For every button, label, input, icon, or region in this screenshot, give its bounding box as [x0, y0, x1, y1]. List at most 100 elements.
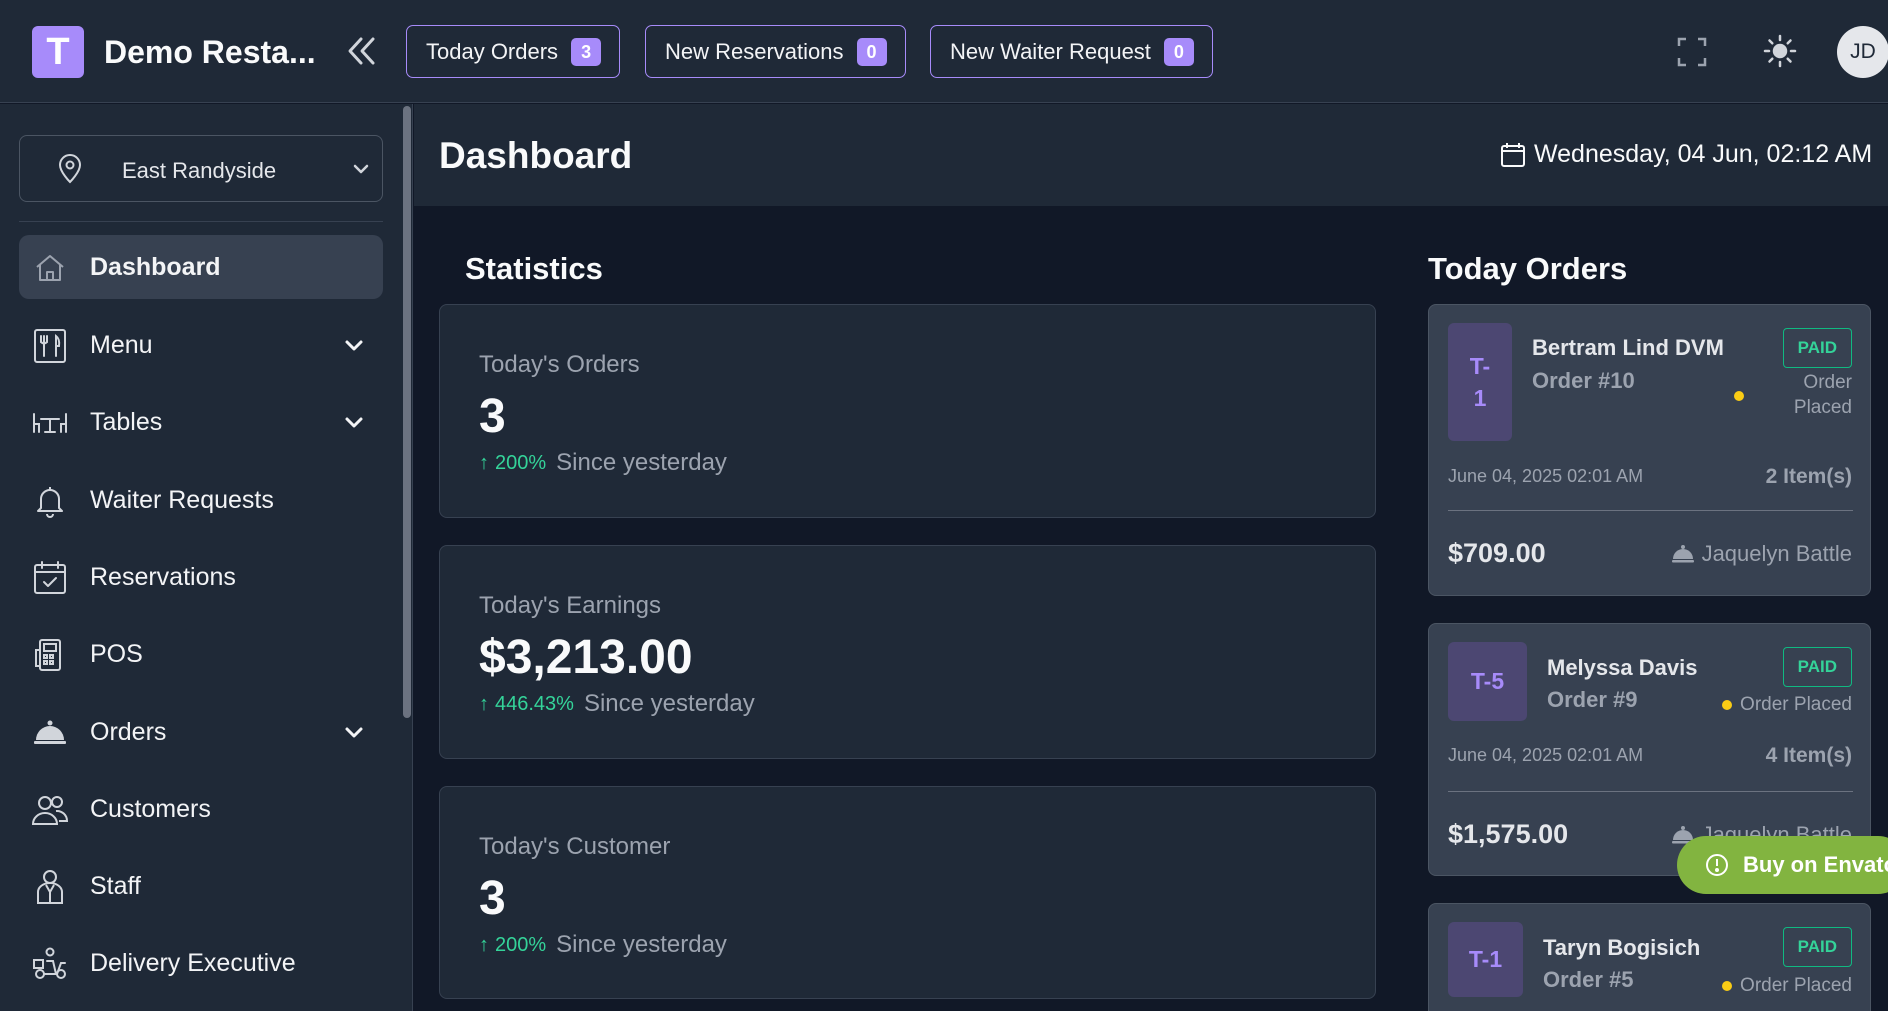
info-circle-icon: [1706, 854, 1728, 876]
payment-status-badge: PAID: [1782, 927, 1852, 967]
sidebar: East Randyside Dashboard Menu Tables Wai…: [0, 104, 413, 1011]
stat-change-percent: 200%: [495, 933, 547, 956]
sidebar-item-waiter-requests[interactable]: Waiter Requests: [19, 468, 383, 532]
order-status: Order Placed: [1733, 371, 1852, 420]
arrow-up-icon: ↑: [479, 451, 489, 474]
sidebar-item-label: Reservations: [90, 563, 236, 591]
stat-change: ↑ 446.43% Since yesterday: [479, 690, 755, 718]
order-date: June 04, 2025 02:01 AM: [1448, 466, 1644, 486]
stat-since: Since yesterday: [556, 931, 727, 958]
today-orders-label: Today Orders: [426, 38, 559, 64]
sidebar-item-label: Orders: [90, 718, 167, 746]
sidebar-item-menu[interactable]: Menu: [19, 313, 383, 377]
order-number: Order #9: [1547, 687, 1638, 712]
cloche-icon: [31, 714, 69, 752]
new-waiter-request-count: 0: [1163, 37, 1194, 66]
order-divider: [1448, 510, 1853, 511]
user-avatar[interactable]: JD: [1837, 26, 1888, 78]
collapse-sidebar-icon[interactable]: [344, 34, 378, 68]
scooter-icon: [31, 945, 69, 983]
arrow-up-icon: ↑: [479, 933, 489, 956]
sidebar-item-label: POS: [90, 640, 143, 668]
fullscreen-icon[interactable]: [1676, 36, 1708, 68]
datetime-text: Wednesday, 04 Jun, 02:12 AM: [1534, 140, 1873, 168]
order-number: Order #5: [1543, 967, 1634, 992]
table-badge: T-5: [1448, 642, 1527, 721]
sidebar-item-reservations[interactable]: Reservations: [19, 545, 383, 609]
stat-change: ↑ 200% Since yesterday: [479, 931, 727, 959]
sidebar-item-orders[interactable]: Orders: [19, 700, 383, 764]
home-icon: [31, 249, 69, 287]
customer-name: Bertram Lind DVM: [1532, 335, 1724, 360]
buy-on-envato-button[interactable]: Buy on Envato: [1677, 836, 1888, 894]
stat-label: Today's Orders: [479, 351, 640, 378]
order-status: Order Placed: [1722, 694, 1852, 716]
stat-label: Today's Earnings: [479, 592, 662, 619]
order-waiter: Jaquelyn Battle: [1670, 541, 1852, 567]
status-dot: [1722, 981, 1733, 991]
stat-card-customers: Today's Customer 3 ↑ 200% Since yesterda…: [439, 786, 1376, 999]
app-title: Demo Resta...: [104, 34, 316, 70]
sidebar-item-dashboard[interactable]: Dashboard: [19, 235, 383, 299]
order-price: $1,575.00: [1448, 819, 1569, 849]
payment-status-badge: PAID: [1782, 647, 1852, 687]
stat-card-orders: Today's Orders 3 ↑ 200% Since yesterday: [439, 304, 1376, 518]
sidebar-item-label: Delivery Executive: [90, 949, 296, 977]
today-orders-title: Today Orders: [1428, 251, 1628, 286]
sidebar-item-customers[interactable]: Customers: [19, 777, 383, 841]
statistics-title: Statistics: [465, 251, 603, 286]
new-waiter-request-label: New Waiter Request: [950, 38, 1151, 64]
order-card[interactable]: T-1 Taryn Bogisich Order #5 PAID Order P…: [1428, 903, 1871, 1011]
order-divider: [1448, 791, 1853, 792]
pos-icon: [31, 636, 69, 674]
waiter-name: Jaquelyn Battle: [1701, 541, 1852, 566]
order-item-count: 2 Item(s): [1765, 465, 1852, 488]
sidebar-item-tables[interactable]: Tables: [19, 390, 383, 454]
today-orders-button[interactable]: Today Orders 3: [406, 25, 621, 78]
new-reservations-button[interactable]: New Reservations 0: [645, 25, 906, 78]
sidebar-item-delivery-executive[interactable]: Delivery Executive: [19, 931, 383, 995]
chevron-down-icon: [350, 158, 372, 180]
stat-since: Since yesterday: [583, 690, 755, 717]
order-status-text: Order Placed: [1740, 975, 1852, 996]
top-bar: T Demo Resta... Today Orders 3 New Reser…: [0, 0, 1888, 103]
staff-icon: [31, 868, 69, 906]
sidebar-item-label: Menu: [90, 331, 153, 359]
sidebar-item-staff[interactable]: Staff: [19, 854, 383, 918]
stat-label: Today's Customer: [479, 833, 671, 860]
status-dot: [1722, 700, 1733, 710]
table-icon: [31, 404, 69, 442]
page-title: Dashboard: [439, 135, 633, 176]
today-orders-count: 3: [571, 37, 602, 66]
stat-card-earnings: Today's Earnings $3,213.00 ↑ 446.43% Sin…: [439, 545, 1376, 759]
stat-change-percent: 446.43%: [495, 692, 574, 715]
theme-toggle-sun-icon[interactable]: [1763, 34, 1797, 68]
sidebar-divider: [19, 221, 383, 222]
sidebar-item-label: Customers: [90, 795, 211, 823]
location-label: East Randyside: [122, 158, 277, 183]
sidebar-item-label: Waiter Requests: [90, 486, 274, 514]
stat-value: 3: [479, 390, 506, 443]
order-item-count: 4 Item(s): [1765, 744, 1852, 767]
order-status: Order Placed: [1722, 975, 1852, 997]
app-logo[interactable]: T: [32, 26, 84, 78]
status-dot: [1733, 390, 1744, 401]
order-status-text: Order Placed: [1740, 694, 1852, 715]
new-waiter-request-button[interactable]: New Waiter Request 0: [930, 25, 1213, 78]
table-badge: T-1: [1448, 922, 1523, 997]
stat-change: ↑ 200% Since yesterday: [479, 449, 727, 477]
bell-icon: [31, 482, 69, 520]
sidebar-item-pos[interactable]: POS: [19, 622, 383, 686]
sidebar-scrollbar[interactable]: [403, 106, 411, 718]
sidebar-item-label: Tables: [90, 408, 163, 436]
map-pin-icon: [56, 154, 84, 184]
chevron-down-icon: [342, 333, 366, 357]
stat-value: $3,213.00: [479, 631, 693, 684]
location-select[interactable]: East Randyside: [19, 135, 383, 202]
order-status-text: Order Placed: [1793, 372, 1852, 418]
new-reservations-label: New Reservations: [665, 38, 844, 64]
payment-status-badge: PAID: [1782, 328, 1852, 368]
calendar-icon: [1501, 142, 1525, 167]
order-card[interactable]: T- 1 Bertram Lind DVM Order #10 PAID Ord…: [1428, 304, 1871, 596]
users-icon: [31, 791, 69, 829]
